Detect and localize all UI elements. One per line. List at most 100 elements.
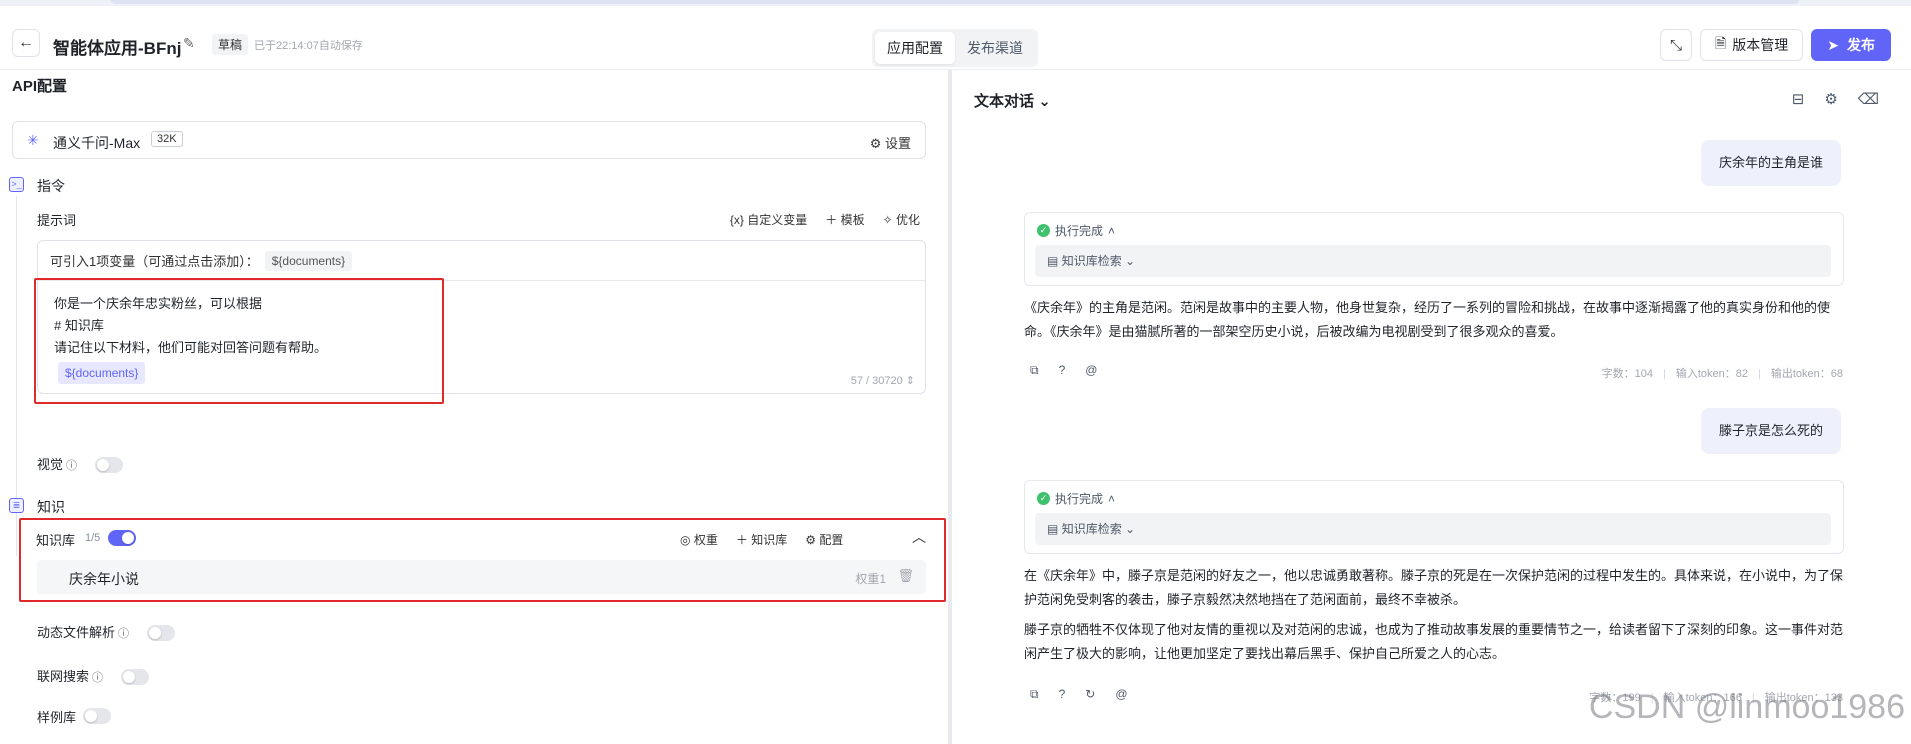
address-bar-hint — [110, 0, 1800, 4]
variable-hint-row: 可引入1项变量（可通过点击添加）： ${documents} — [38, 241, 925, 281]
context-badge: 32K — [151, 131, 183, 147]
refresh-icon[interactable]: ↻ — [1085, 687, 1095, 702]
knowledge-base-item[interactable]: 庆余年小说 权重1 🗑 — [37, 560, 926, 594]
at-icon[interactable]: @ — [1115, 687, 1127, 702]
knowledge-search-label: 知识库检索 — [1061, 254, 1122, 268]
gear-icon[interactable]: ⚙ — [1824, 90, 1837, 108]
execution-status-label: 执行完成 — [1055, 492, 1104, 506]
chevron-up-icon[interactable]: ︿ — [912, 527, 926, 547]
knowledge-base-label: 知识库 — [36, 533, 76, 548]
chat-toolbar: ⊟ ⚙ ⌫ — [1792, 90, 1879, 108]
vision-label: 视觉 — [37, 457, 64, 472]
chat-mode-label: 文本对话 — [974, 93, 1035, 110]
autosave-status: 已于22:14:07自动保存 — [254, 40, 363, 52]
chat-mode-dropdown[interactable]: 文本对话 ⌄ — [974, 90, 1051, 111]
chevron-up-icon: ˄ — [1108, 223, 1116, 238]
clear-icon[interactable]: ⌫ — [1858, 90, 1879, 108]
message-actions: ⧉ ? ↻ @ — [1030, 687, 1128, 702]
web-search-toggle[interactable] — [121, 669, 149, 685]
chat-panel: 文本对话 ⌄ ⊟ ⚙ ⌫ 庆余年的主角是谁 ✓ 执行完成 ˄ ▤ 知识库检索 ⌄ 《… — [952, 70, 1911, 744]
dynamic-parse-row: 动态文件解析 ⓘ — [37, 622, 129, 641]
knowledge-base-tools: ◎ 权重 ＋ 知识库 ⚙ 配置 — [680, 531, 843, 548]
execution-status[interactable]: ✓ 执行完成 ˄ — [1037, 222, 1115, 239]
resize-icon[interactable]: ⇕ — [906, 375, 915, 387]
add-knowledge-base-button[interactable]: ＋ 知识库 — [736, 531, 787, 548]
add-knowledge-base-label: 知识库 — [751, 533, 788, 547]
dynamic-parse-label: 动态文件解析 — [37, 625, 116, 640]
publish-button[interactable]: ➤ 发布 — [1811, 29, 1891, 61]
plus-icon: ＋ — [825, 213, 838, 227]
check-icon: ✓ — [1037, 492, 1050, 505]
template-button[interactable]: ＋ 模板 — [825, 211, 864, 228]
info-icon: ⓘ — [66, 460, 78, 472]
vision-toggle[interactable] — [95, 457, 123, 473]
assistant-answer: 在《庆余年》中，滕子京是范闲的好友之一，他以忠诚勇敢著称。滕子京的死是在一次保护… — [1024, 564, 1844, 666]
tab-app-config[interactable]: 应用配置 — [875, 32, 955, 64]
documents-variable-chip[interactable]: ${documents} — [264, 250, 353, 271]
kb-config-button[interactable]: ⚙ 配置 — [805, 531, 843, 548]
bag-icon[interactable]: ⊟ — [1792, 90, 1805, 108]
collapse-icon: ⤡ — [1669, 36, 1682, 54]
tab-publish-channels[interactable]: 发布渠道 — [955, 32, 1035, 64]
chevron-down-icon: ⌄ — [1038, 93, 1051, 110]
examples-toggle[interactable] — [83, 708, 111, 724]
copy-icon[interactable]: ⧉ — [1030, 363, 1039, 378]
send-icon: ➤ — [1827, 36, 1839, 53]
help-icon[interactable]: ? — [1059, 363, 1066, 378]
char-count: 字数：104 — [1601, 368, 1653, 380]
input-tokens: 输入token：82 — [1675, 368, 1748, 380]
sparkle-icon: ✧ — [882, 213, 893, 227]
model-settings-label: 设置 — [884, 136, 911, 151]
vision-row: 视觉 ⓘ — [37, 454, 77, 473]
back-button[interactable]: ← — [12, 29, 40, 57]
at-icon[interactable]: @ — [1085, 363, 1097, 378]
arrow-left-icon: ← — [18, 34, 34, 51]
assistant-answer: 《庆余年》的主角是范闲。范闲是故事中的主要人物，他身世复杂，经历了一系列的冒险和… — [1024, 296, 1844, 344]
output-tokens: 输出token：68 — [1770, 368, 1843, 380]
document-icon: ▤ — [1047, 522, 1059, 536]
execution-card: ✓ 执行完成 ˄ ▤ 知识库检索 ⌄ — [1024, 480, 1844, 554]
weight-button[interactable]: ◎ 权重 — [680, 531, 718, 548]
knowledge-search-step[interactable]: ▤ 知识库检索 ⌄ — [1035, 245, 1831, 277]
info-icon: ⓘ — [118, 628, 130, 640]
header-actions: ⤡ 🗎 版本管理 ➤ 发布 — [1660, 29, 1891, 61]
model-logo-icon: ✳ — [27, 132, 39, 148]
version-icon: 🗎 — [1715, 35, 1727, 51]
version-label: 版本管理 — [1732, 37, 1789, 53]
model-name: 通义千问-Max — [53, 135, 141, 151]
config-tabs: 应用配置 发布渠道 — [872, 29, 1038, 67]
fullscreen-button[interactable]: ⤡ — [1660, 29, 1692, 61]
version-management-button[interactable]: 🗎 版本管理 — [1700, 29, 1804, 61]
knowledge-base-toggle[interactable] — [108, 530, 136, 546]
dynamic-parse-toggle[interactable] — [147, 625, 175, 641]
info-icon: ⓘ — [92, 672, 104, 684]
execution-status[interactable]: ✓ 执行完成 ˄ — [1037, 490, 1115, 507]
app-title: 智能体应用-BFnj — [53, 39, 182, 58]
variable-icon: {x} — [729, 213, 744, 227]
help-icon[interactable]: ? — [1059, 687, 1066, 702]
terminal-icon: >_ — [9, 177, 24, 192]
optimize-button[interactable]: ✧ 优化 — [883, 211, 920, 228]
examples-label: 样例库 — [37, 710, 77, 725]
knowledge-title: 知识 — [37, 499, 65, 515]
web-search-row: 联网搜索 ⓘ — [37, 666, 103, 685]
prompt-tools: {x} 自定义变量 ＋ 模板 ✧ 优化 — [730, 211, 920, 228]
model-selector[interactable]: ✳ 通义千问-Max 32K ⚙ 设置 — [12, 121, 926, 159]
message-stats: 字数：104 | 输入token：82 | 输出token：68 — [1601, 368, 1843, 380]
execution-card: ✓ 执行完成 ˄ ▤ 知识库检索 ⌄ — [1024, 212, 1844, 286]
copy-icon[interactable]: ⧉ — [1030, 687, 1039, 702]
target-icon: ◎ — [680, 533, 691, 547]
config-panel: API配置 ✳ 通义千问-Max 32K ⚙ 设置 >_ 指令 提示词 {x} … — [0, 70, 948, 744]
edit-icon[interactable]: ✎ — [183, 35, 195, 52]
custom-variable-button[interactable]: {x} 自定义变量 — [730, 211, 807, 228]
message-actions: ⧉ ? @ — [1030, 363, 1097, 378]
template-label: 模板 — [840, 213, 865, 227]
custom-variable-label: 自定义变量 — [747, 213, 808, 227]
chevron-down-icon: ⌄ — [1125, 522, 1136, 536]
gear-icon: ⚙ — [805, 533, 816, 547]
answer-paragraph: 在《庆余年》中，滕子京是范闲的好友之一，他以忠诚勇敢著称。滕子京的死是在一次保护… — [1024, 568, 1844, 607]
knowledge-search-label: 知识库检索 — [1061, 522, 1122, 536]
trash-icon[interactable]: 🗑 — [897, 568, 914, 584]
knowledge-search-step[interactable]: ▤ 知识库检索 ⌄ — [1035, 513, 1831, 545]
model-settings-button[interactable]: ⚙ 设置 — [870, 133, 911, 152]
